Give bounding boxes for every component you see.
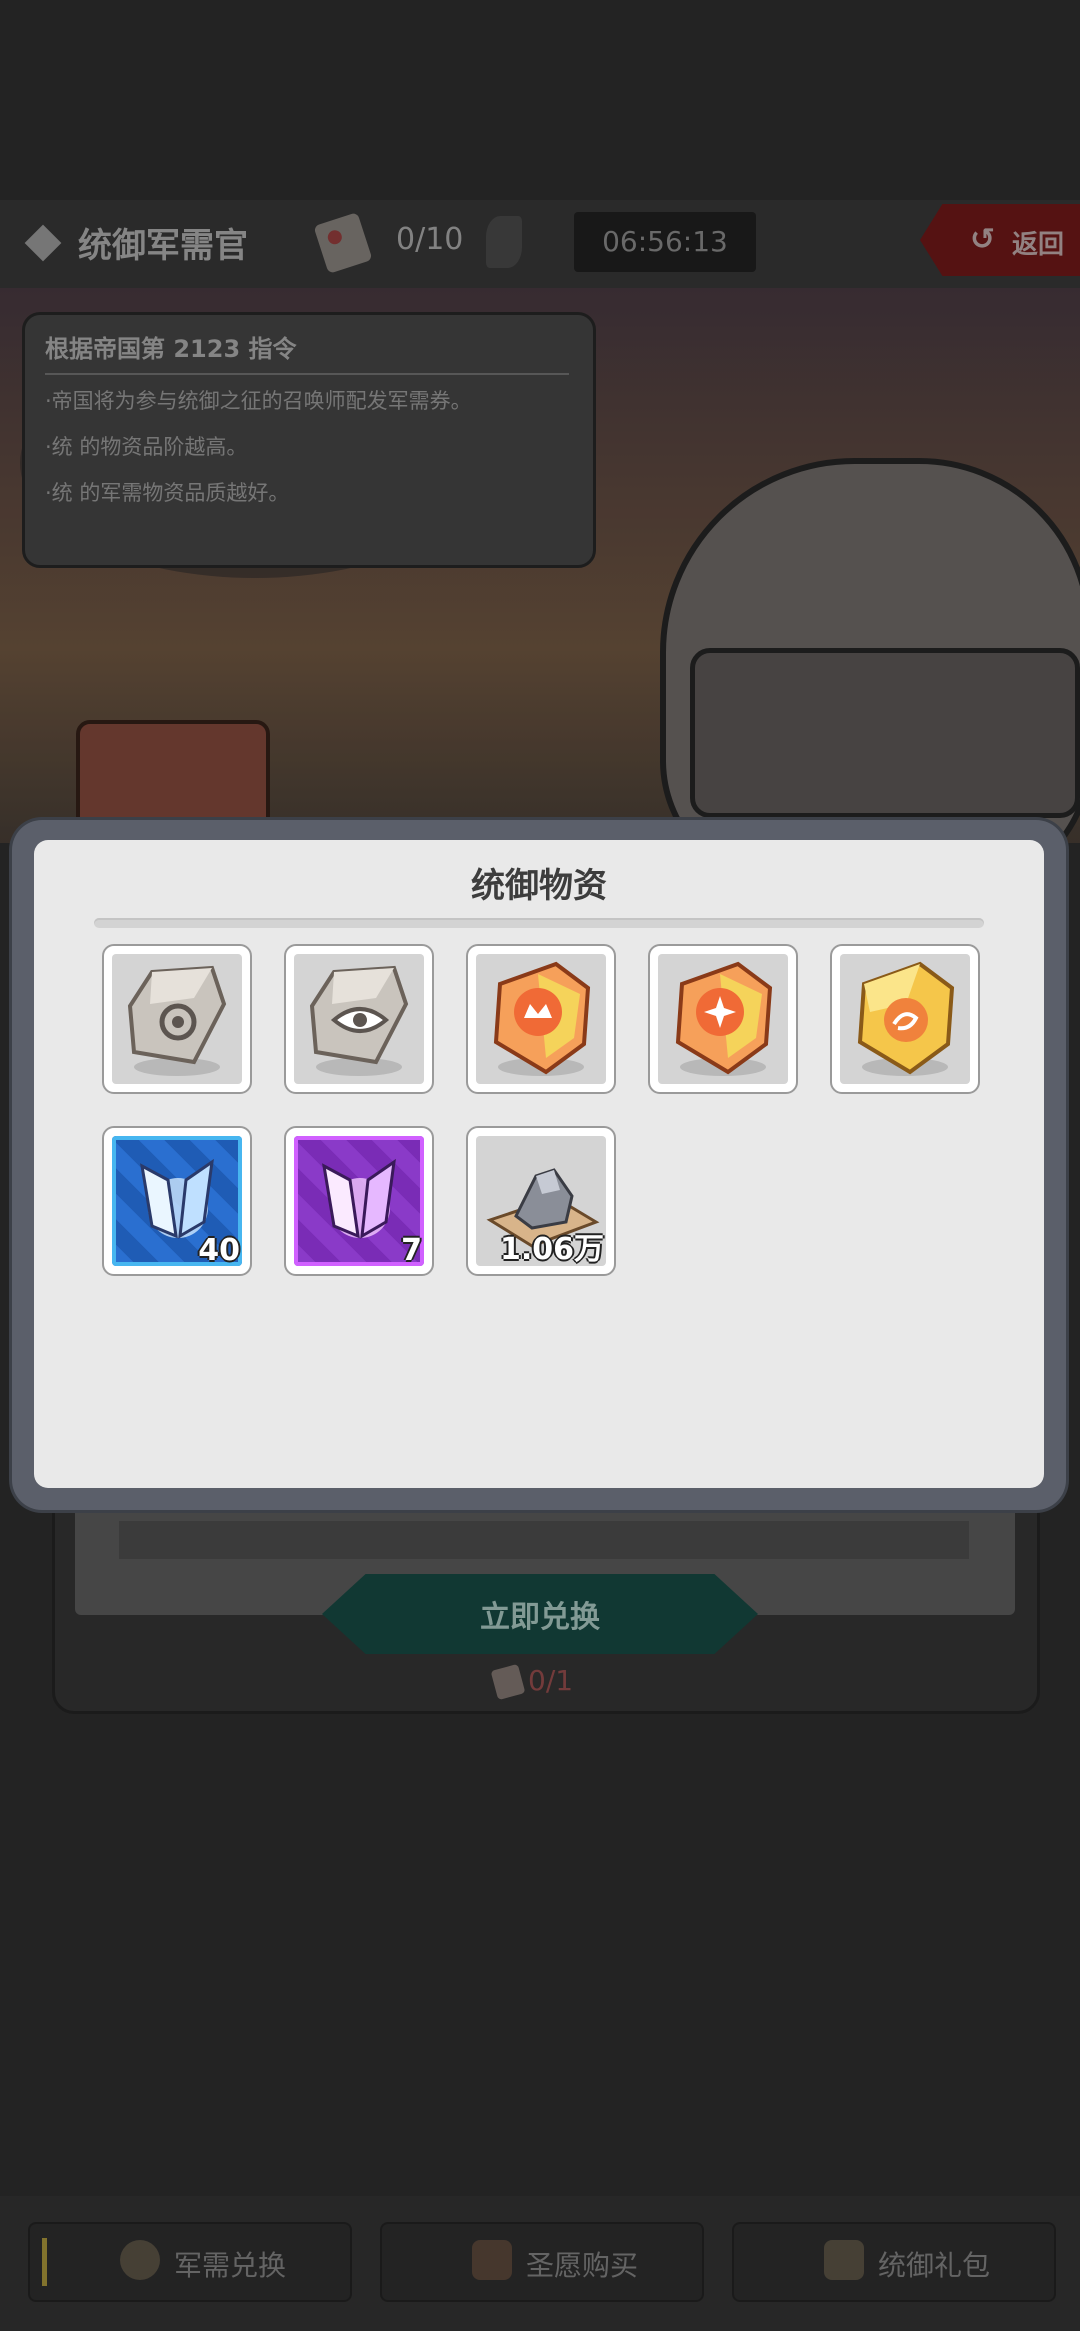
supplies-modal: 统御物资 40 7 1.06万 [34,840,1044,1488]
item-quantity: 40 [198,1233,240,1268]
item-quantity: 1.06万 [499,1232,604,1267]
reward-item[interactable]: 40 [102,1126,252,1276]
item-quantity: 7 [401,1233,422,1268]
orange-gem-crown-icon [493,961,591,1075]
reward-item[interactable] [830,944,980,1094]
modal-title: 统御物资 [471,866,607,906]
gray-gem-eye-icon [309,965,409,1065]
reward-item[interactable] [284,944,434,1094]
reward-item[interactable] [466,944,616,1094]
gray-gem-ring-icon [127,965,227,1065]
orange-gem-star-icon [675,961,773,1075]
reward-item[interactable]: 7 [284,1126,434,1276]
yellow-gem-swirl-icon [857,961,955,1075]
title-divider [94,918,984,928]
reward-item[interactable] [648,944,798,1094]
reward-item[interactable] [102,944,252,1094]
reward-item[interactable]: 1.06万 [466,1126,616,1276]
